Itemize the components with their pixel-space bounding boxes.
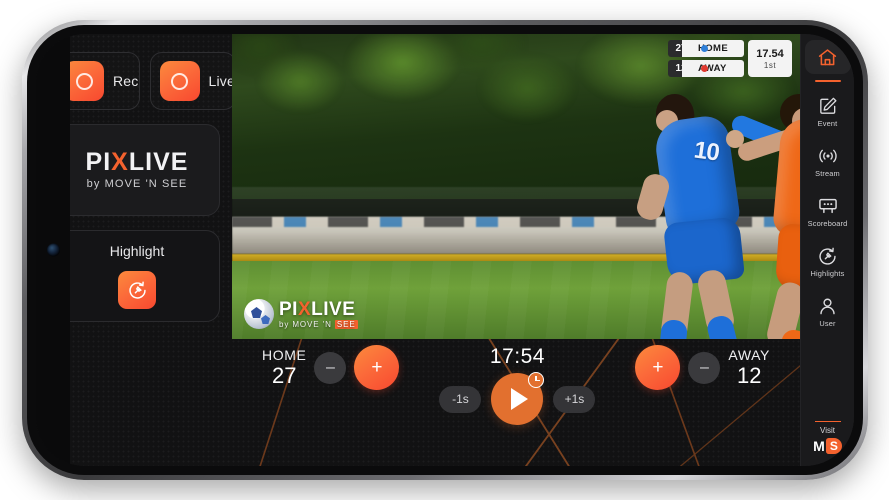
match-clock-controls: 17:54 -1s +1s <box>439 345 596 425</box>
screenshot-stage: Rec Live PIXLIVE by MOVE 'N SEE Highligh… <box>0 0 889 500</box>
logo-part1: PI <box>85 148 112 176</box>
rec-button-label: Rec <box>113 73 139 89</box>
watermark-accent-x: X <box>297 298 312 320</box>
phone-bezel: Rec Live PIXLIVE by MOVE 'N SEE Highligh… <box>27 25 863 475</box>
visit-logo-m: M <box>813 438 825 454</box>
watermark-subtitle: by MOVE 'N SEE <box>279 319 358 329</box>
scoreboard-away-name: AWAY <box>682 60 744 77</box>
away-team-name: AWAY <box>728 347 770 364</box>
sidebar-item-highlights-label: Highlights <box>810 269 845 278</box>
highlight-panel: Highlight <box>54 230 220 322</box>
record-circle-icon <box>159 61 200 101</box>
sidebar-item-scoreboard-label: Scoreboard <box>807 219 848 228</box>
plus-icon: + <box>652 357 664 378</box>
logo-accent-x: X <box>111 148 129 176</box>
timer-badge-icon <box>528 372 545 388</box>
sidebar-item-event[interactable]: Event <box>805 89 851 134</box>
watermark-sub-prefix: by MOVE 'N <box>279 319 335 329</box>
broadcast-icon <box>817 145 839 167</box>
phone-device-frame: Rec Live PIXLIVE by MOVE 'N SEE Highligh… <box>22 20 868 480</box>
home-team-readout: HOME 27 <box>262 348 306 387</box>
highlight-button[interactable] <box>118 271 156 309</box>
sidebar-active-indicator <box>814 80 841 82</box>
scoreboard-away-color-dot <box>701 65 708 72</box>
capture-buttons-row: Rec Live <box>54 52 236 110</box>
user-icon <box>817 295 839 317</box>
minus-icon: – <box>325 358 335 376</box>
away-team-controls: + – AWAY 12 <box>635 345 770 390</box>
sidebar-item-home[interactable] <box>804 40 851 74</box>
blue-player-number: 10 <box>692 136 721 167</box>
front-camera-icon <box>47 243 60 257</box>
scoreboard-home-color-dot <box>701 45 708 52</box>
match-clock-time: 17:54 <box>489 345 545 368</box>
clock-button-row: -1s +1s <box>439 372 596 425</box>
play-icon <box>511 388 529 410</box>
sidebar-item-highlights[interactable]: Highlights <box>805 239 851 284</box>
home-team-controls: HOME 27 – + <box>262 345 400 390</box>
watermark-wordmark: PIXLIVE <box>279 300 358 319</box>
home-team-name: HOME <box>262 347 307 364</box>
live-button[interactable]: Live <box>149 52 236 110</box>
sidebar-item-scoreboard[interactable]: Scoreboard <box>805 189 851 234</box>
right-sidebar: Event Stream Scoreboard Highlights User … <box>800 34 854 466</box>
away-score-minus-button[interactable]: – <box>688 351 721 384</box>
home-team-score: 27 <box>271 362 297 388</box>
home-icon <box>817 46 839 68</box>
scoreboard-row-away: 12 AWAY <box>668 60 744 77</box>
clock-play-button[interactable] <box>491 372 545 425</box>
scoreboard-period: 1st <box>763 60 777 70</box>
sidebar-divider <box>814 420 841 422</box>
sidebar-item-user[interactable]: User <box>805 289 851 334</box>
watermark-sub-boxed: SEE <box>334 319 358 329</box>
away-score-plus-button[interactable]: + <box>635 345 681 390</box>
phone-screen: Rec Live PIXLIVE by MOVE 'N SEE Highligh… <box>36 34 854 466</box>
logo-part2: LIVE <box>128 148 189 176</box>
scoreboard-row-home: 27 HOME <box>668 40 744 57</box>
orange-player-hand <box>726 130 744 148</box>
brand-logo-subtitle: by MOVE 'N SEE <box>86 178 188 190</box>
device-notch <box>36 34 70 466</box>
pixlive-app: Rec Live PIXLIVE by MOVE 'N SEE Highligh… <box>36 34 854 466</box>
watermark-text: PIXLIVE by MOVE 'N SEE <box>279 300 358 329</box>
live-video-preview[interactable]: 10 27 HOME 12 AWAY 17.54 1st PIXLIVE by … <box>232 34 800 339</box>
sidebar-item-stream[interactable]: Stream <box>805 139 851 184</box>
score-control-bar: HOME 27 – + 17:54 -1s +1s + – AWAY 12 <box>232 339 800 466</box>
scoreboard-team-rows: 27 HOME 12 AWAY <box>668 40 744 77</box>
record-circle-icon <box>64 61 104 101</box>
clock-plus-1s-label: +1s <box>564 392 585 406</box>
video-watermark: PIXLIVE by MOVE 'N SEE <box>244 299 358 329</box>
clock-minus-1s-label: -1s <box>452 392 469 406</box>
plus-icon: + <box>371 357 383 378</box>
visit-brand-button[interactable]: M S <box>813 438 842 454</box>
minus-icon: – <box>699 358 709 376</box>
scoreboard-overlay: 27 HOME 12 AWAY 17.54 1st <box>668 40 792 77</box>
highlight-pin-rewind-icon <box>128 281 146 299</box>
soccer-ball-icon <box>244 299 274 329</box>
brand-logo-wordmark: PIXLIVE <box>86 150 189 175</box>
clock-minus-1s-button[interactable]: -1s <box>439 385 482 413</box>
visit-label: Visit <box>820 426 835 435</box>
visit-logo-s: S <box>825 438 842 454</box>
home-score-minus-button[interactable]: – <box>314 351 347 384</box>
pencil-square-icon <box>817 95 839 117</box>
clock-plus-1s-button[interactable]: +1s <box>553 385 596 413</box>
scoreboard-time: 17.54 <box>756 47 784 60</box>
away-team-readout: AWAY 12 <box>728 348 770 387</box>
center-column: 10 27 HOME 12 AWAY 17.54 1st PIXLIVE by … <box>232 34 800 466</box>
scoreboard-icon <box>817 195 839 217</box>
watermark-part2: LIVE <box>311 298 356 320</box>
brand-logo-panel: PIXLIVE by MOVE 'N SEE <box>54 124 220 216</box>
away-team-score: 12 <box>736 362 762 388</box>
scoreboard-clock-box: 17.54 1st <box>748 40 792 77</box>
live-button-label: Live <box>208 73 235 89</box>
sidebar-item-event-label: Event <box>817 119 838 128</box>
highlight-pin-rewind-icon <box>817 245 839 267</box>
home-score-plus-button[interactable]: + <box>354 345 400 390</box>
sidebar-item-stream-label: Stream <box>815 169 840 178</box>
highlight-title: Highlight <box>109 243 165 259</box>
sidebar-item-user-label: User <box>819 319 836 328</box>
scoreboard-home-name: HOME <box>682 40 744 57</box>
watermark-part1: PI <box>279 298 298 320</box>
